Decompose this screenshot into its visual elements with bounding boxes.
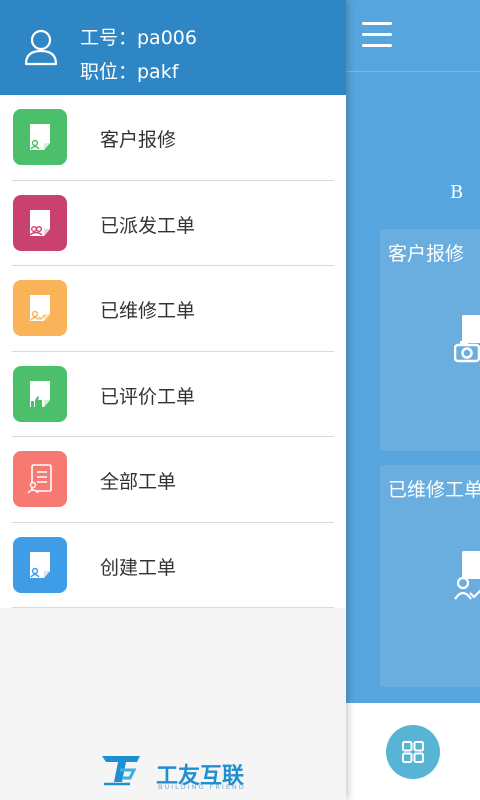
employee-id: 工号：pa006 xyxy=(80,27,197,49)
grid-menu-button[interactable] xyxy=(386,725,440,779)
dispatch-document-icon xyxy=(13,194,67,251)
main-panel: B U 客户报修 已维修工单 xyxy=(346,0,480,800)
create-document-icon xyxy=(13,536,67,593)
tile-label: 已维修工单 xyxy=(388,479,480,501)
menu-label: 客户报修 xyxy=(100,129,177,151)
menu-item-rated-orders[interactable]: 已评价工单 xyxy=(0,352,346,438)
logo-subtitle: BUILDING FRIEND xyxy=(158,783,246,791)
tile-customer-repair[interactable]: 客户报修 xyxy=(380,229,480,451)
tile-label: 客户报修 xyxy=(388,243,465,265)
menu-item-customer-repair[interactable]: 客户报修 xyxy=(0,95,346,181)
brand-text: B U xyxy=(450,182,480,203)
camera-document-icon xyxy=(454,315,480,363)
navigation-drawer: 工号：pa006 职位：pakf 客户报修 已派发工单 已维修工单 已评价工单 … xyxy=(0,0,346,800)
menu-label: 已维修工单 xyxy=(100,300,196,322)
menu-item-repaired-orders[interactable]: 已维修工单 xyxy=(0,266,346,352)
company-logo: 工友互联 BUILDING FRIEND xyxy=(100,750,250,792)
rated-document-icon xyxy=(13,365,67,422)
drawer-header: 工号：pa006 职位：pakf xyxy=(0,0,346,95)
main-footer xyxy=(346,703,480,800)
menu-label: 全部工单 xyxy=(100,471,177,493)
menu-icon[interactable] xyxy=(362,22,392,48)
menu-label: 创建工单 xyxy=(100,556,177,579)
menu-label: 已评价工单 xyxy=(100,385,196,408)
employee-position: 职位：pakf xyxy=(80,61,179,83)
menu-item-create-order[interactable]: 创建工单 xyxy=(0,523,346,609)
drawer-menu: 客户报修 已派发工单 已维修工单 已评价工单 全部工单 创建工单 xyxy=(0,95,346,608)
user-avatar-icon[interactable] xyxy=(24,28,58,66)
main-topbar xyxy=(346,0,480,72)
tile-repaired-orders[interactable]: 已维修工单 xyxy=(380,465,480,687)
repair-document-icon xyxy=(13,109,67,165)
repaired-document-icon xyxy=(13,280,67,336)
menu-item-dispatched-orders[interactable]: 已派发工单 xyxy=(0,181,346,267)
menu-label: 已派发工单 xyxy=(100,214,196,237)
grid-icon xyxy=(402,741,424,763)
logo-mark-icon xyxy=(102,756,140,786)
all-orders-document-icon xyxy=(13,451,67,507)
menu-item-all-orders[interactable]: 全部工单 xyxy=(0,437,346,523)
user-check-icon xyxy=(454,551,480,600)
